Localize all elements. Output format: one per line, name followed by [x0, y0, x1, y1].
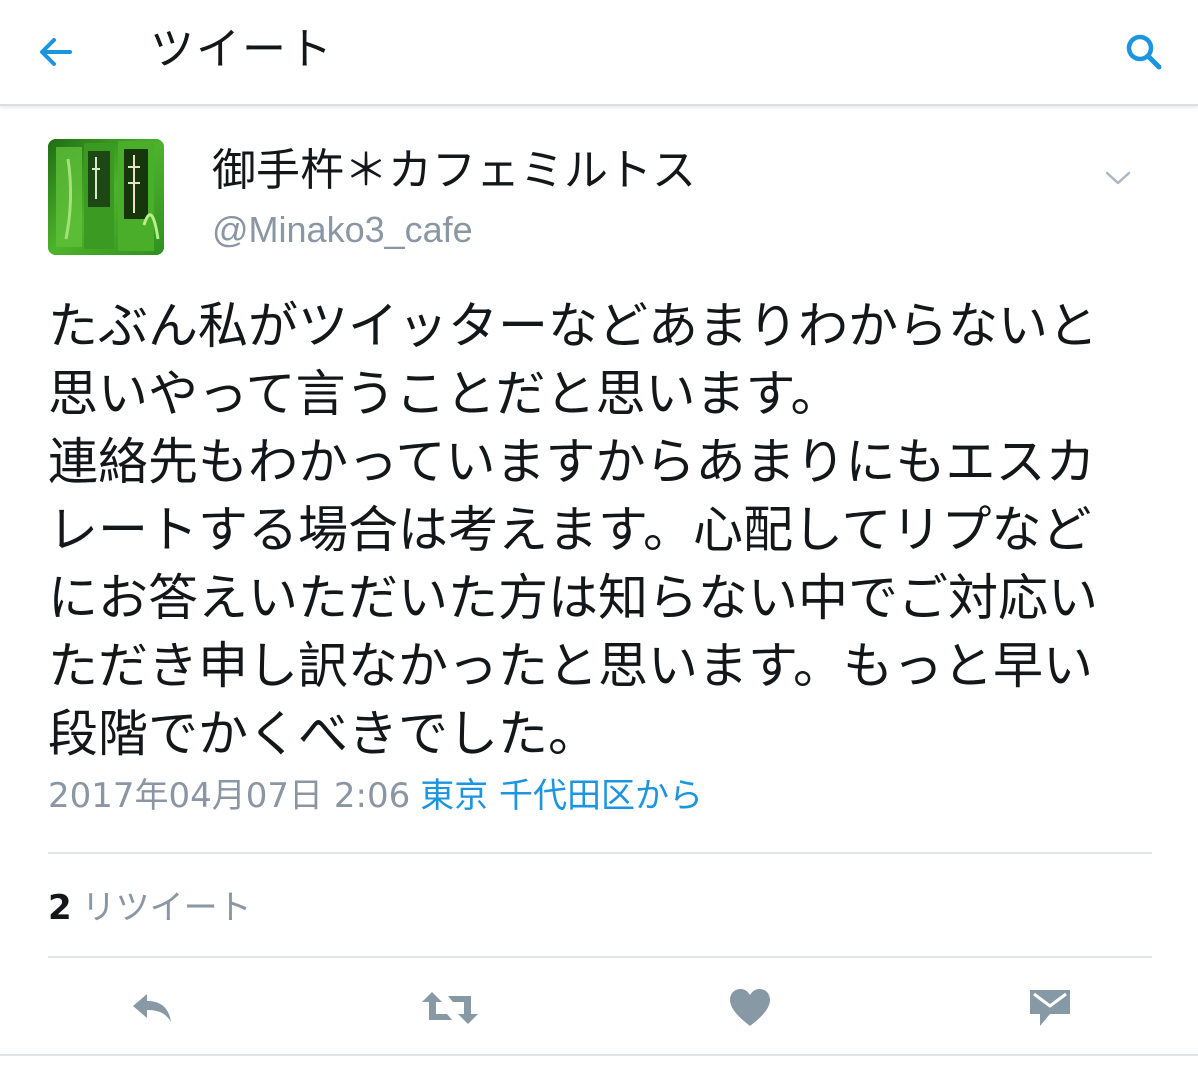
- tweet-text-line: 連絡先もわかっていますからあまりにもエスカ: [48, 433, 1096, 491]
- divider: [48, 852, 1152, 854]
- divider: [0, 1054, 1198, 1056]
- tweet-text-line: 思いやって言うことだと思います。: [48, 365, 841, 423]
- app-bar: ツイート: [0, 0, 1198, 106]
- tweet-text: たぶん私がツイッターなどあまりわからないと 思いやって言うことだと思います。 連…: [48, 292, 1158, 768]
- tweet-text-line: にお答えいただいた方は知らない中でご対応い: [48, 569, 1098, 627]
- chevron-down-icon: [1105, 171, 1131, 185]
- retweet-stats[interactable]: 2 リツイート: [48, 884, 252, 932]
- retweet-label: リツイート: [81, 888, 252, 928]
- page-title: ツイート: [150, 24, 334, 75]
- green-tea-package-avatar: [48, 139, 164, 255]
- back-button[interactable]: [28, 24, 84, 80]
- tweet-text-line: ただき申し訳なかったと思います。もっと早い: [48, 637, 1093, 695]
- direct-message-button[interactable]: [1020, 980, 1080, 1036]
- search-icon: [1126, 34, 1162, 70]
- reply-icon: [133, 994, 171, 1022]
- author-display-name[interactable]: 御手杵＊カフェミルトス: [212, 140, 696, 202]
- tweet-meta: 2017年04月07日 2:06 東京 千代田区から: [48, 772, 703, 820]
- tweet-text-line: レートする場合は考えます。心配してリプなど: [48, 501, 1092, 559]
- divider: [48, 956, 1152, 958]
- tweet-text-line: たぶん私がツイッターなどあまりわからないと: [48, 297, 1098, 355]
- tweet-timestamp: 2017年04月07日 2:06: [48, 776, 411, 816]
- envelope-icon: [1030, 990, 1070, 1026]
- like-button[interactable]: [720, 980, 780, 1036]
- search-button[interactable]: [1116, 24, 1172, 80]
- retweet-icon: [422, 992, 478, 1024]
- reply-button[interactable]: [122, 980, 182, 1036]
- tweet-text-line: 段階でかくべきでした。: [48, 705, 598, 763]
- arrow-left-icon: [40, 38, 72, 66]
- tweet-location-link[interactable]: 東京 千代田区から: [420, 776, 703, 816]
- retweet-button[interactable]: [420, 980, 480, 1036]
- retweet-count: 2: [48, 888, 72, 928]
- tweet-menu-button[interactable]: [1096, 158, 1140, 198]
- author-handle[interactable]: @Minako3_cafe: [212, 204, 473, 256]
- heart-icon: [730, 989, 770, 1026]
- avatar[interactable]: [48, 139, 164, 255]
